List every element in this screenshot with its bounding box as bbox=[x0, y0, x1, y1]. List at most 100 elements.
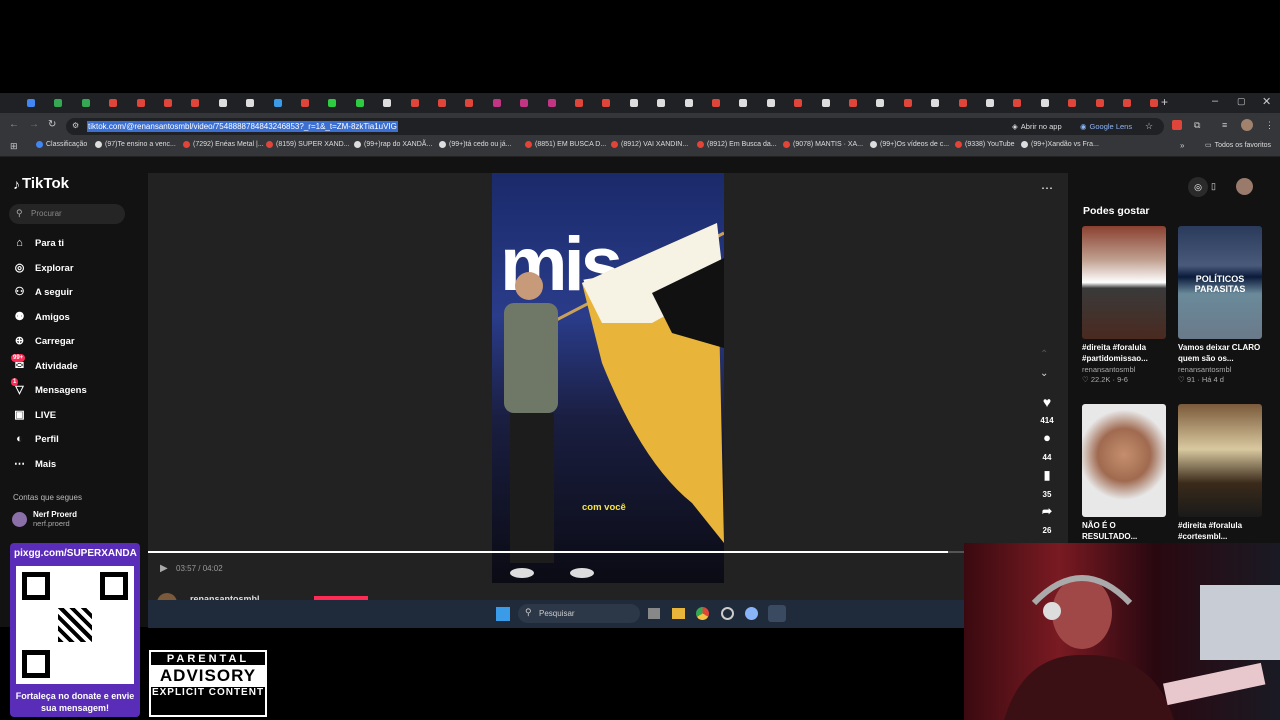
site-info-icon[interactable]: ⚙ bbox=[72, 121, 79, 130]
apps-grid-icon[interactable]: ⊞ bbox=[10, 141, 18, 152]
browser-tab[interactable] bbox=[410, 97, 437, 109]
extension-icon[interactable] bbox=[1172, 120, 1182, 130]
browser-tab[interactable] bbox=[1123, 97, 1149, 109]
comment-icon[interactable]: ● bbox=[1040, 430, 1054, 445]
browser-tab[interactable] bbox=[328, 97, 354, 109]
bookmark-icon[interactable]: ▮ bbox=[1040, 468, 1054, 482]
bookmark-item[interactable]: (8912) Em Busca da... bbox=[697, 141, 777, 148]
video-frame[interactable]: mis com você bbox=[492, 173, 724, 583]
profile-avatar[interactable] bbox=[1241, 119, 1253, 131]
taskbar-search[interactable]: ⚲ Pesquisar bbox=[518, 604, 640, 623]
browser-tab[interactable] bbox=[1013, 97, 1039, 109]
compass-icon[interactable]: ◎ bbox=[1188, 177, 1208, 197]
forward-icon[interactable]: → bbox=[29, 119, 39, 130]
share-icon[interactable]: ➦ bbox=[1040, 504, 1054, 518]
windows-start-icon[interactable] bbox=[496, 607, 510, 621]
browser-tab[interactable] bbox=[27, 97, 53, 109]
bookmark-item[interactable]: (8912) VAI XANDIN... bbox=[611, 141, 688, 148]
bookmark-item[interactable]: (9338) YouTube bbox=[955, 141, 1015, 148]
browser-tab[interactable] bbox=[465, 97, 491, 109]
sidebar-item[interactable]: ⊕ Carregar bbox=[13, 335, 75, 348]
browser-tab[interactable] bbox=[712, 97, 738, 109]
browser-tab[interactable] bbox=[602, 97, 628, 109]
suggestion-card[interactable]: #direita #foralula #cortesmbl... bbox=[1178, 404, 1262, 542]
browser-tab[interactable] bbox=[629, 97, 656, 109]
steam-icon[interactable] bbox=[768, 605, 786, 622]
browser-tab[interactable] bbox=[821, 97, 848, 109]
back-icon[interactable]: ← bbox=[9, 119, 19, 130]
google-lens-button[interactable]: ◉ Google Lens bbox=[1080, 122, 1132, 131]
browser-tab[interactable] bbox=[849, 97, 875, 109]
browser-tab[interactable] bbox=[520, 97, 546, 109]
tiktok-logo[interactable]: ♪ TikTok bbox=[13, 175, 69, 192]
browser-tab[interactable] bbox=[657, 97, 683, 109]
browser-tab[interactable] bbox=[355, 97, 382, 109]
file-explorer-icon[interactable] bbox=[672, 608, 685, 619]
browser-tab[interactable] bbox=[109, 97, 135, 109]
maximize-button[interactable]: ▢ bbox=[1237, 96, 1246, 107]
task-view-icon[interactable] bbox=[648, 608, 660, 619]
progress-track[interactable] bbox=[148, 551, 964, 553]
new-tab-button[interactable]: + bbox=[1161, 95, 1168, 109]
reload-icon[interactable]: ↻ bbox=[48, 119, 56, 130]
browser-tab[interactable] bbox=[191, 97, 217, 109]
browser-tab[interactable] bbox=[739, 97, 765, 109]
user-avatar[interactable] bbox=[1236, 178, 1253, 195]
browser-tab[interactable] bbox=[903, 97, 930, 109]
browser-tab[interactable] bbox=[958, 97, 985, 109]
bookmark-item[interactable]: (99+)Os vídeos de c... bbox=[870, 141, 949, 148]
browser-tab[interactable] bbox=[438, 97, 464, 109]
sidebar-item[interactable]: ⚉ Amigos bbox=[13, 311, 70, 324]
browser-tab[interactable] bbox=[575, 97, 601, 109]
suggestion-card[interactable]: POLÍTICOS PARASITAS Vamos deixar CLARO q… bbox=[1178, 226, 1262, 384]
url-text[interactable]: tiktok.com/@renansantosmbl/video/7548888… bbox=[87, 121, 398, 132]
play-icon[interactable]: ▶ bbox=[160, 563, 168, 574]
bookmark-item[interactable]: (9078) MANTIS · XA... bbox=[783, 141, 863, 148]
phone-icon[interactable]: ▯ bbox=[1211, 181, 1216, 192]
browser-tab[interactable] bbox=[1068, 97, 1094, 109]
app-icon[interactable] bbox=[721, 607, 734, 620]
browser-tab[interactable] bbox=[54, 97, 80, 109]
sidebar-item[interactable]: ◎ Explorar bbox=[13, 262, 74, 275]
browser-tab[interactable] bbox=[766, 97, 793, 109]
chrome-icon[interactable] bbox=[696, 607, 709, 620]
bookmark-item[interactable]: (8159) SUPER XAND... bbox=[266, 141, 350, 148]
sidebar-item[interactable]: ✉ 99+ Atividade bbox=[11, 354, 78, 373]
browser-tab[interactable] bbox=[273, 97, 300, 109]
more-bookmarks-icon[interactable]: » bbox=[1180, 141, 1184, 150]
minimize-button[interactable]: – bbox=[1212, 95, 1218, 107]
browser-tab[interactable] bbox=[684, 97, 711, 109]
close-window-button[interactable]: ✕ bbox=[1262, 95, 1271, 108]
bookmark-item[interactable]: (99+)Xandão vs Fra... bbox=[1021, 141, 1099, 148]
browser-tab[interactable] bbox=[218, 97, 245, 109]
browser-tab[interactable] bbox=[876, 97, 902, 109]
browser-tab[interactable] bbox=[1040, 97, 1067, 109]
browser-tab[interactable] bbox=[1095, 97, 1122, 109]
browser-tab[interactable] bbox=[492, 97, 519, 109]
open-in-app-button[interactable]: ◈ Abrir no app bbox=[1012, 122, 1062, 131]
bookmark-item[interactable]: (7292) Enéas Metal |... bbox=[183, 141, 264, 148]
browser-tab[interactable] bbox=[301, 97, 327, 109]
chevron-up-icon[interactable]: ⌃ bbox=[1040, 349, 1048, 360]
star-icon[interactable]: ☆ bbox=[1145, 121, 1153, 132]
browser-tab[interactable] bbox=[136, 97, 163, 109]
media-icon[interactable]: ≡ bbox=[1222, 120, 1227, 130]
browser-tab[interactable] bbox=[931, 97, 957, 109]
browser-tab[interactable] bbox=[794, 97, 820, 109]
browser-tab[interactable] bbox=[986, 97, 1012, 109]
all-favorites-folder[interactable]: ▭ Todos os favoritos bbox=[1205, 141, 1271, 150]
bookmark-item[interactable]: (8851) EM BUSCA D... bbox=[525, 141, 606, 148]
browser-tab[interactable] bbox=[164, 97, 190, 109]
suggestion-card[interactable]: NÃO É O RESULTADO... bbox=[1082, 404, 1166, 542]
browser-tab[interactable] bbox=[547, 97, 574, 109]
sidebar-item[interactable]: ⚇ A seguir bbox=[13, 286, 73, 299]
browser-tab[interactable] bbox=[81, 97, 108, 109]
sidebar-item[interactable]: ◐ Perfil bbox=[13, 433, 59, 446]
bookmark-item[interactable]: Classificação bbox=[36, 141, 87, 148]
bookmark-item[interactable]: (97)Te ensino a venc... bbox=[95, 141, 176, 148]
sidebar-item[interactable]: ▣ LIVE bbox=[13, 409, 56, 422]
suggestion-card[interactable]: #direita #foralula #partidomissao... ren… bbox=[1082, 226, 1166, 384]
sidebar-item[interactable]: ▽ 1 Mensagens bbox=[11, 378, 87, 397]
extensions-puzzle-icon[interactable]: ⧉ bbox=[1194, 120, 1200, 131]
sidebar-item[interactable]: ⌂ Para ti bbox=[13, 237, 64, 250]
